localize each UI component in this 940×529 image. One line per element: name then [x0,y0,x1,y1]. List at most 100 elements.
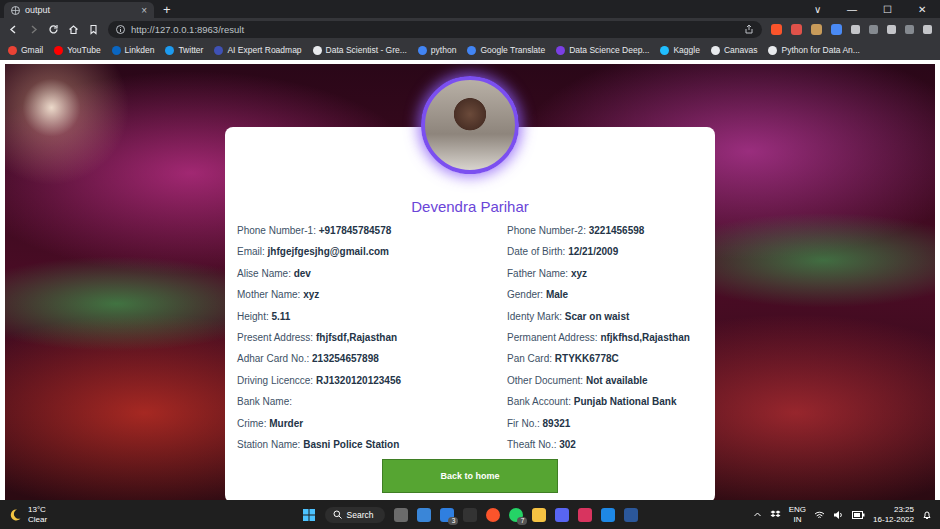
notification-bell-icon[interactable] [922,510,932,520]
bookmark-label: Python for Data An... [781,45,859,55]
bookmark-item[interactable]: Canavas [711,45,758,55]
share-icon[interactable] [744,24,754,34]
tab-close-button[interactable]: × [141,5,147,16]
bookmark-icon[interactable] [88,24,99,35]
discord-icon[interactable] [555,508,569,522]
field-label: Theaft No.: [507,439,556,450]
url-text[interactable]: http://127.0.0.1:8963/result [131,24,738,35]
extension-icon[interactable] [869,25,878,34]
bookmark-item[interactable]: Twitter [165,45,203,55]
bookmark-item[interactable]: Data Scientist - Gre... [313,45,407,55]
forward-icon[interactable] [28,24,39,35]
bookmark-item[interactable]: Linkden [112,45,155,55]
minimize-button[interactable]: — [847,4,857,15]
home-icon[interactable] [68,24,79,35]
extension-icon[interactable] [851,25,860,34]
bookmark-item[interactable]: YouTube [54,45,100,55]
detail-field: Phone Number-2: 3221456598 [507,220,709,241]
word-icon[interactable] [624,508,638,522]
back-icon[interactable] [8,24,19,35]
extension-icon[interactable] [811,24,822,35]
field-label: Phone Number-2: [507,225,586,236]
browser-tab[interactable]: output × [4,2,154,18]
extension-icon[interactable] [923,25,932,34]
windows-icon[interactable] [302,508,316,522]
brave-icon[interactable] [486,508,500,522]
extension-icon[interactable] [905,25,914,34]
detail-field: Present Address: fhjfsdf,Rajasthan [237,327,507,348]
field-value: 89321 [543,418,571,429]
field-label: Date of Birth: [507,246,565,257]
field-value: Not available [586,375,648,386]
detail-field: Other Document: Not available [507,370,709,391]
weather-widget[interactable]: 13°CClear [8,505,302,525]
field-value: +917845784578 [319,225,392,236]
background-photo: Devendra PariharPhone Number-1: +9178457… [5,64,935,500]
reload-icon[interactable] [48,24,59,35]
bookmark-item[interactable]: Google Translate [467,45,545,55]
tab-title: output [25,5,136,15]
language: ENG [789,505,806,515]
whatsapp-icon[interactable]: 7 [509,508,523,522]
language-indicator[interactable]: ENGIN [789,505,806,525]
taskbar-search[interactable]: Search [325,507,386,523]
chevron-up-icon[interactable] [753,510,762,519]
extension-icon[interactable] [831,24,842,35]
extension-icon[interactable] [887,25,896,34]
field-label: Father Name: [507,268,568,279]
bookmark-item[interactable]: python [418,45,457,55]
detail-field: Height: 5.11 [237,306,507,327]
field-label: Bank Account: [507,396,571,407]
bookmark-label: Canavas [724,45,758,55]
files-icon[interactable] [532,508,546,522]
close-button[interactable]: ✕ [918,4,926,15]
photos-icon[interactable] [417,508,431,522]
extension-icon[interactable] [791,24,802,35]
search-icon [333,510,342,519]
favicon-icon [112,46,121,55]
tab-search-button[interactable]: ∨ [814,4,821,15]
wifi-icon[interactable] [814,510,825,520]
field-label: Driving Licencce: [237,375,313,386]
todo-icon[interactable]: 3 [440,508,454,522]
bookmark-label: Twitter [178,45,203,55]
vscode-icon[interactable] [601,508,615,522]
bookmark-item[interactable]: Data Science Deep... [556,45,649,55]
field-value: xyz [571,268,587,279]
field-label: Phone Number-1: [237,225,316,236]
battery-icon[interactable] [852,511,865,519]
detail-field: Bank Name: [237,391,507,412]
address-bar[interactable]: http://127.0.0.1:8963/result [108,21,762,38]
detail-field: Permanent Address: nfjkfhsd,Rajasthan [507,327,709,348]
field-label: Mother Name: [237,289,300,300]
clock[interactable]: 23:2516-12-2022 [873,505,914,525]
back-to-home-button[interactable]: Back to home [382,459,558,493]
bookmark-item[interactable]: AI Expert Roadmap [214,45,301,55]
taskview-icon[interactable] [394,508,408,522]
bookmark-item[interactable]: Python for Data An... [768,45,859,55]
favicon-icon [711,46,720,55]
detail-field: Pan Card: RTYKK6778C [507,348,709,369]
app-icon[interactable] [578,508,592,522]
terminal-icon[interactable] [463,508,477,522]
window-controls: ∨ — ☐ ✕ [814,4,940,15]
bookmark-label: Data Scientist - Gre... [326,45,407,55]
favicon-icon [556,46,565,55]
field-value: Punjab National Bank [574,396,677,407]
bookmark-label: python [431,45,457,55]
detail-field: Adhar Card No.: 213254657898 [237,348,507,369]
field-label: Present Address: [237,332,313,343]
field-label: Gender: [507,289,543,300]
profile-photo [421,76,519,174]
new-tab-button[interactable]: + [163,2,171,18]
weather-temp: 13°C [28,505,47,515]
bookmark-item[interactable]: Kaggle [660,45,699,55]
maximize-button[interactable]: ☐ [883,4,892,15]
volume-icon[interactable] [833,510,844,520]
dropbox-icon[interactable] [770,509,781,520]
field-value: RJ1320120123456 [316,375,401,386]
field-label: Height: [237,311,269,322]
detail-field: Father Name: xyz [507,263,709,284]
extension-icon[interactable] [771,24,782,35]
bookmark-item[interactable]: Gmail [8,45,43,55]
